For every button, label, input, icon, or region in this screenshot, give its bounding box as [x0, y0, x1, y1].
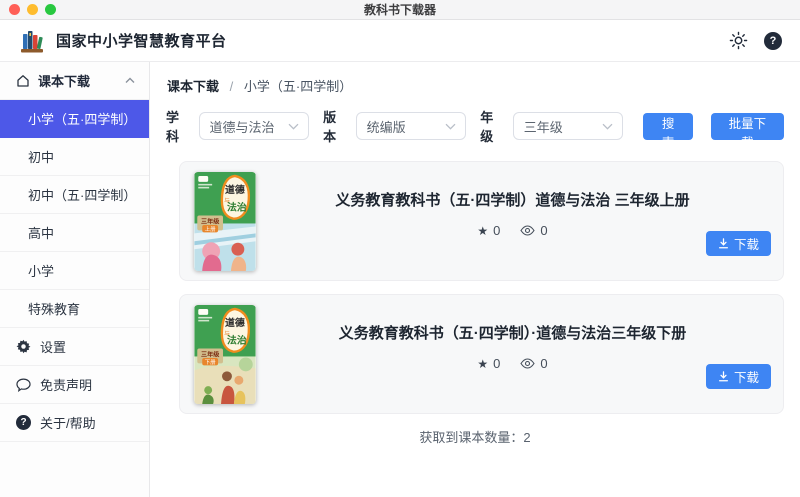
- grade-select-value: 三年级: [523, 119, 563, 135]
- sidebar-item-label: 小学（五·四学制）: [28, 112, 137, 127]
- search-button[interactable]: 搜索: [643, 112, 693, 150]
- book-stats: ★ 0 0: [477, 223, 547, 238]
- svg-text:法治: 法治: [227, 201, 247, 214]
- sidebar-item-label: 小学: [28, 264, 55, 279]
- subject-label: 学科: [166, 110, 180, 144]
- book-stats: ★ 0 0: [477, 356, 547, 371]
- sidebar-item-junior[interactable]: 初中: [0, 138, 149, 176]
- window-title: 教科书下载器: [363, 3, 436, 17]
- svg-text:三年级: 三年级: [201, 217, 220, 225]
- speech-bubble-icon: [16, 378, 31, 392]
- star-count: ★ 0: [477, 223, 501, 238]
- breadcrumb: 课本下载 / 小学（五·四学制）: [167, 76, 784, 95]
- svg-text:道德: 道德: [225, 316, 245, 329]
- book-card: 道德 与 法治 三年级 上册 义务教育教科书（五·四学制）道德与法治 三年级上册…: [179, 161, 784, 281]
- sidebar-item-label: 关于/帮助: [40, 416, 96, 431]
- download-button[interactable]: 下载: [705, 364, 771, 389]
- gear-icon: [16, 339, 31, 354]
- app-header: 国家中小学智慧教育平台 ?: [0, 20, 800, 62]
- books-logo-icon: [18, 28, 46, 54]
- sidebar-item-label: 免责声明: [40, 378, 93, 393]
- grade-select[interactable]: 三年级: [512, 112, 624, 140]
- download-icon: [718, 238, 728, 249]
- maximize-window-button[interactable]: [45, 4, 56, 15]
- sidebar-item-primary[interactable]: 小学: [0, 252, 149, 290]
- view-count: 0: [520, 356, 548, 371]
- sidebar: 课本下载 小学（五·四学制） 初中 初中（五·四学制） 高中 小学 特殊教育 设…: [0, 62, 150, 497]
- filter-bar: 学科 道德与法治 版本 统编版 年级 三年级 搜索 批量下载: [166, 107, 785, 150]
- sidebar-item-label: 初中（五·四学制）: [28, 188, 137, 203]
- eye-icon: [520, 225, 536, 236]
- svg-text:道德: 道德: [225, 183, 245, 196]
- theme-toggle-sun-icon[interactable]: [729, 31, 748, 50]
- app-title: 国家中小学智慧教育平台: [56, 33, 227, 50]
- sidebar-item-label: 特殊教育: [28, 302, 81, 317]
- edition-label: 版本: [323, 110, 337, 144]
- svg-text:三年级: 三年级: [201, 350, 220, 358]
- download-icon: [718, 371, 728, 382]
- download-button[interactable]: 下载: [705, 231, 771, 256]
- book-cover-image: 道德 与 法治 三年级 上册: [194, 172, 256, 271]
- chevron-down-icon: [445, 123, 456, 130]
- sidebar-group-textbook-download[interactable]: 课本下载: [0, 62, 149, 100]
- sidebar-item-special-education[interactable]: 特殊教育: [0, 290, 149, 328]
- edition-select[interactable]: 统编版: [355, 112, 467, 140]
- grade-label: 年级: [480, 110, 494, 144]
- book-title: 义务教育教科书（五·四学制）·道德与法治三年级下册: [338, 325, 687, 342]
- sidebar-item-about-help[interactable]: ? 关于/帮助: [0, 404, 149, 442]
- breadcrumb-root[interactable]: 课本下载: [167, 79, 219, 94]
- book-title: 义务教育教科书（五·四学制）道德与法治 三年级上册: [335, 192, 690, 209]
- window-titlebar: 教科书下载器: [0, 0, 800, 20]
- svg-text:法治: 法治: [227, 334, 247, 347]
- star-icon: ★: [477, 223, 489, 238]
- sidebar-item-disclaimer[interactable]: 免责声明: [0, 366, 149, 404]
- chevron-down-icon: [288, 123, 299, 130]
- help-icon[interactable]: ?: [764, 31, 782, 50]
- star-icon: ★: [477, 356, 489, 371]
- sidebar-item-label: 设置: [40, 340, 67, 355]
- breadcrumb-current: 小学（五·四学制）: [243, 79, 353, 94]
- subject-select[interactable]: 道德与法治: [198, 112, 310, 140]
- question-circle-icon: ?: [16, 415, 31, 430]
- sidebar-group-label: 课本下载: [38, 74, 91, 89]
- chevron-up-icon: [125, 77, 135, 84]
- subject-select-value: 道德与法治: [209, 119, 275, 135]
- sidebar-item-settings[interactable]: 设置: [0, 328, 149, 366]
- result-count-text: 获取到课本数量：2: [419, 430, 531, 445]
- svg-text:下册: 下册: [205, 359, 217, 366]
- sidebar-item-senior[interactable]: 高中: [0, 214, 149, 252]
- sidebar-item-primary-54[interactable]: 小学（五·四学制）: [0, 100, 149, 138]
- home-icon: [16, 74, 30, 87]
- book-list: 道德 与 法治 三年级 上册 义务教育教科书（五·四学制）道德与法治 三年级上册…: [179, 161, 784, 414]
- breadcrumb-separator: /: [229, 79, 234, 94]
- sidebar-item-label: 初中: [28, 150, 55, 165]
- book-card: 道德 与 法治 三年级 下册 义务教育教科书（五·四学制）·道德与法治三年级下册…: [179, 294, 784, 414]
- svg-text:上册: 上册: [205, 225, 217, 233]
- main-content: 课本下载 / 小学（五·四学制） 学科 道德与法治 版本 统编版 年级 三年级 …: [150, 62, 800, 497]
- chevron-down-icon: [602, 123, 613, 130]
- eye-icon: [520, 358, 536, 369]
- batch-download-button[interactable]: 批量下载: [710, 112, 785, 150]
- view-count: 0: [520, 223, 548, 238]
- minimize-window-button[interactable]: [27, 4, 38, 15]
- sidebar-item-label: 高中: [28, 226, 55, 241]
- close-window-button[interactable]: [9, 4, 20, 15]
- traffic-lights: [9, 4, 56, 15]
- book-cover-image: 道德 与 法治 三年级 下册: [194, 305, 256, 404]
- edition-select-value: 统编版: [366, 119, 406, 135]
- star-count: ★ 0: [477, 356, 501, 371]
- sidebar-item-junior-54[interactable]: 初中（五·四学制）: [0, 176, 149, 214]
